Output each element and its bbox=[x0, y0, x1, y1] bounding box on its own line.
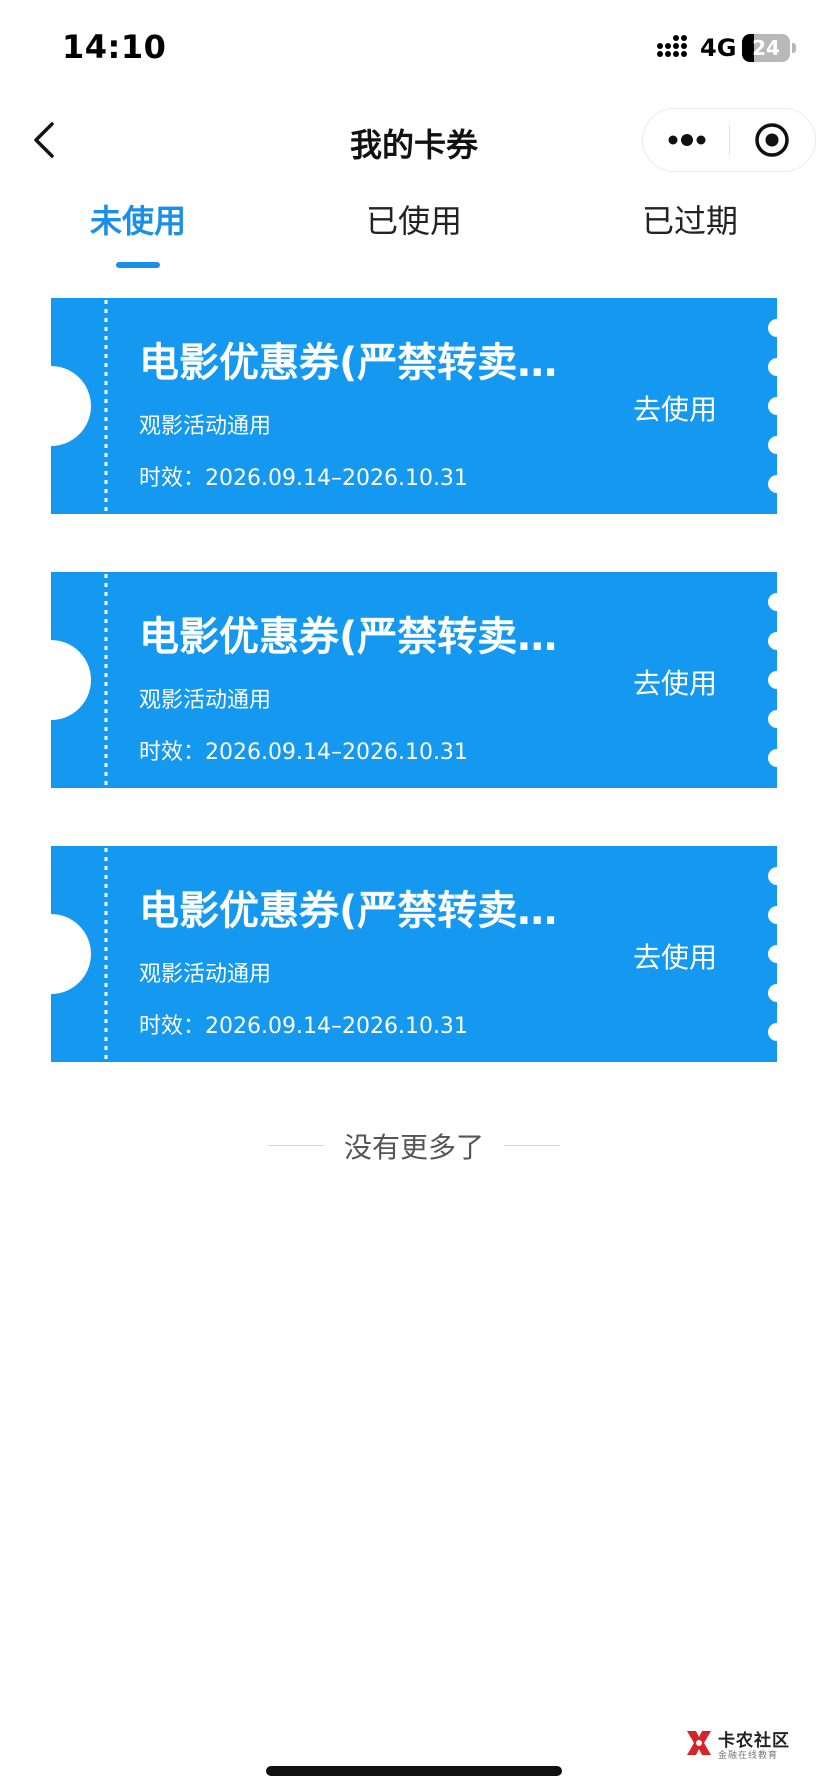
active-tab-indicator bbox=[116, 262, 160, 268]
use-coupon-button[interactable]: 去使用 bbox=[633, 388, 717, 428]
status-time: 14:10 bbox=[62, 28, 167, 66]
watermark-subtitle: 金融在线教育 bbox=[718, 1751, 779, 1761]
coupon-title: 电影优惠券(严禁转卖不可外借) bbox=[139, 888, 579, 934]
network-label: 4G bbox=[700, 34, 737, 62]
battery-cap bbox=[792, 43, 796, 53]
use-coupon-button[interactable]: 去使用 bbox=[633, 936, 717, 976]
list-end-text: 没有更多了 bbox=[343, 1131, 484, 1164]
community-logo-icon bbox=[687, 1731, 711, 1755]
more-icon[interactable] bbox=[659, 109, 715, 171]
coupon-card[interactable]: 电影优惠券(严禁转卖不可外借) 观影活动通用 时效：2026.09.14–202… bbox=[51, 298, 777, 514]
coupon-page: 14:10 4G 24 我的卡券 未使用 已使用 已过期 电影优惠券(严禁转卖不… bbox=[0, 0, 828, 1792]
coupon-subtitle: 观影活动通用 bbox=[139, 962, 272, 987]
coupon-card[interactable]: 电影优惠券(严禁转卖不可外借) 观影活动通用 时效：2026.09.14–202… bbox=[51, 572, 777, 788]
nav-bar: 我的卡券 bbox=[0, 100, 828, 180]
coupon-title: 电影优惠券(严禁转卖不可外借) bbox=[139, 340, 579, 386]
coupon-title: 电影优惠券(严禁转卖不可外借) bbox=[139, 614, 579, 660]
coupon-validity: 时效：2026.09.14–2026.10.31 bbox=[139, 1014, 468, 1039]
watermark-logo: 卡农社区 金融在线教育 bbox=[684, 1724, 794, 1764]
target-icon[interactable] bbox=[753, 121, 791, 159]
battery-icon: 24 bbox=[742, 34, 790, 62]
home-indicator bbox=[266, 1766, 562, 1776]
mini-program-capsule bbox=[642, 108, 816, 172]
coupon-validity: 时效：2026.09.14–2026.10.31 bbox=[139, 740, 468, 765]
coupon-subtitle: 观影活动通用 bbox=[139, 688, 272, 713]
coupon-subtitle: 观影活动通用 bbox=[139, 414, 272, 439]
tab-expired[interactable]: 已过期 bbox=[590, 196, 790, 242]
signal-icon bbox=[657, 35, 687, 57]
capsule-divider bbox=[729, 125, 730, 155]
coupon-tabs: 未使用 已使用 已过期 bbox=[0, 196, 828, 276]
battery-level: 24 bbox=[752, 36, 780, 60]
divider-line-right bbox=[504, 1145, 560, 1146]
coupon-validity: 时效：2026.09.14–2026.10.31 bbox=[139, 466, 468, 491]
coupon-card[interactable]: 电影优惠券(严禁转卖不可外借) 观影活动通用 时效：2026.09.14–202… bbox=[51, 846, 777, 1062]
use-coupon-button[interactable]: 去使用 bbox=[633, 662, 717, 702]
status-bar: 14:10 4G 24 bbox=[0, 0, 828, 100]
tab-unused[interactable]: 未使用 bbox=[38, 196, 238, 242]
list-end-hint: 没有更多了 bbox=[0, 1126, 828, 1166]
tab-used[interactable]: 已使用 bbox=[314, 196, 514, 242]
